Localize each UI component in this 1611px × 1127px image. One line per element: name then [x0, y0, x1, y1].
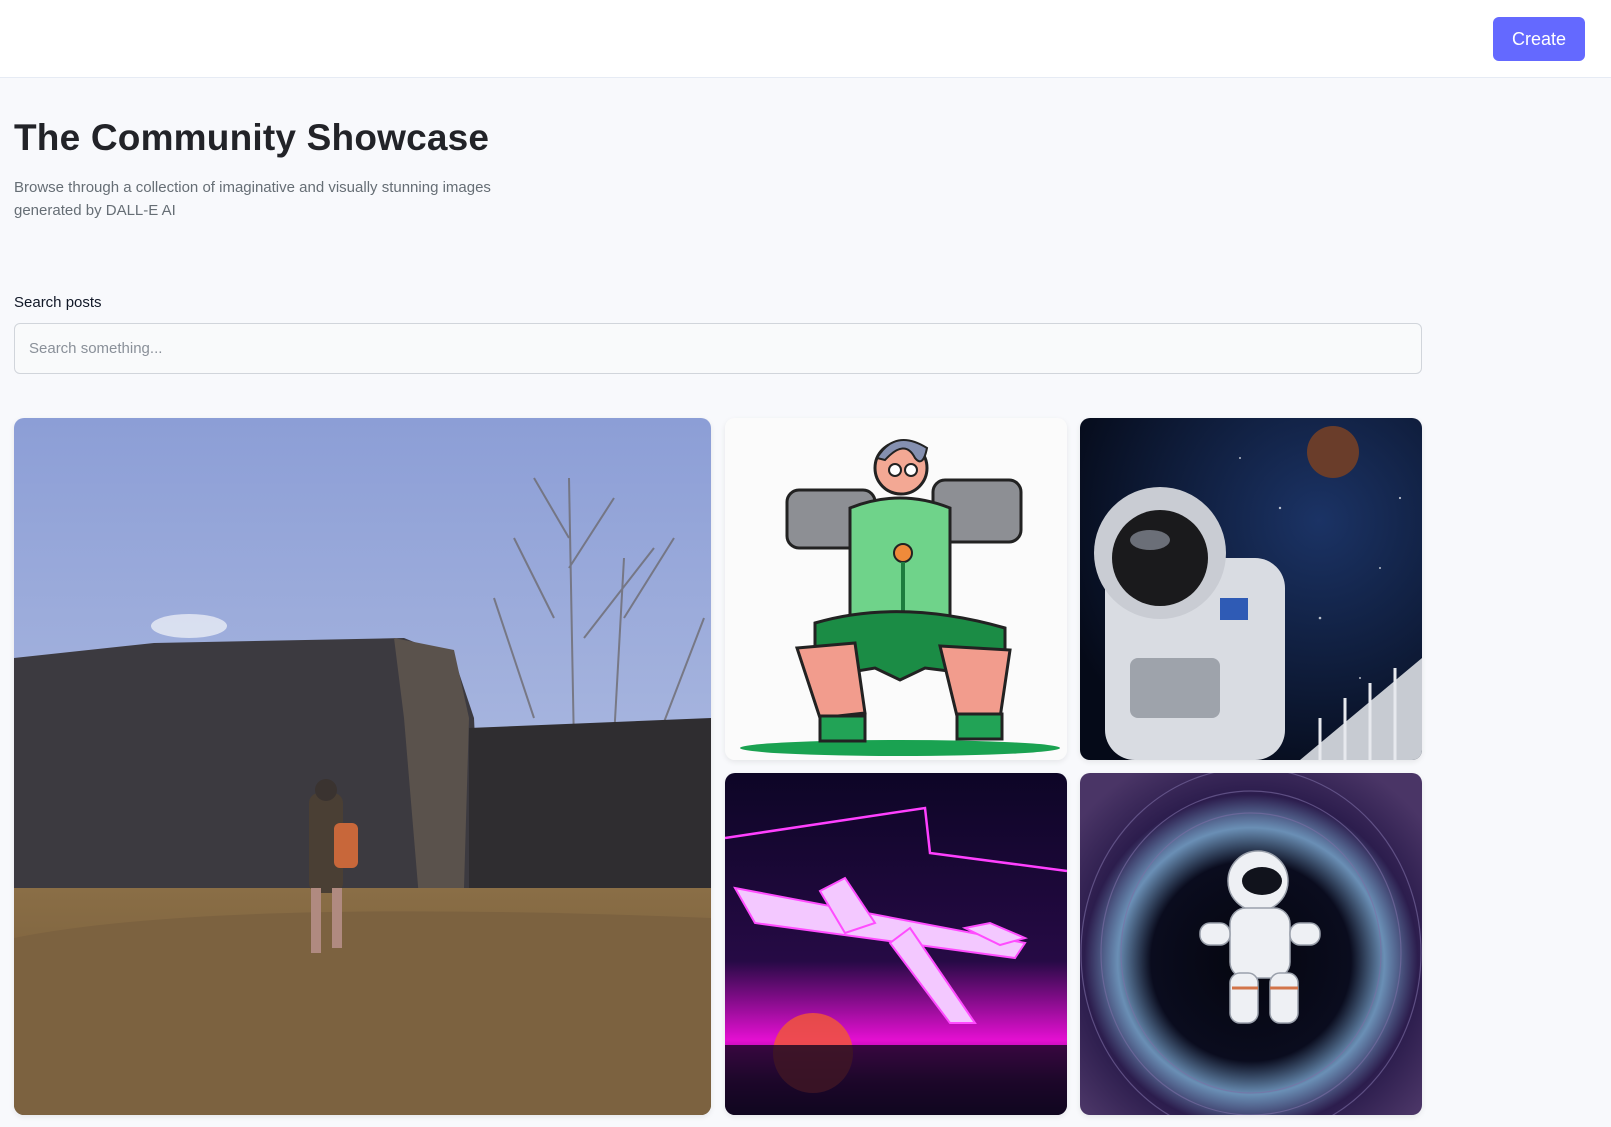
- search-input[interactable]: [14, 323, 1422, 374]
- search-label: Search posts: [14, 294, 102, 311]
- gallery-card[interactable]: [1080, 773, 1422, 1115]
- generated-image: [1080, 418, 1422, 760]
- generated-image: [725, 773, 1067, 1115]
- top-header: Create: [0, 0, 1611, 78]
- gallery-card[interactable]: [14, 418, 711, 1115]
- generated-image: [1080, 773, 1422, 1115]
- page-title: The Community Showcase: [14, 117, 490, 158]
- gallery-card[interactable]: [725, 418, 1067, 760]
- generated-image: [725, 418, 1067, 760]
- gallery-card[interactable]: [1080, 418, 1422, 760]
- generated-image: [14, 418, 711, 1115]
- gallery-card[interactable]: [725, 773, 1067, 1115]
- page-subtitle: Browse through a collection of imaginati…: [14, 179, 491, 219]
- create-button[interactable]: Create: [1493, 17, 1585, 61]
